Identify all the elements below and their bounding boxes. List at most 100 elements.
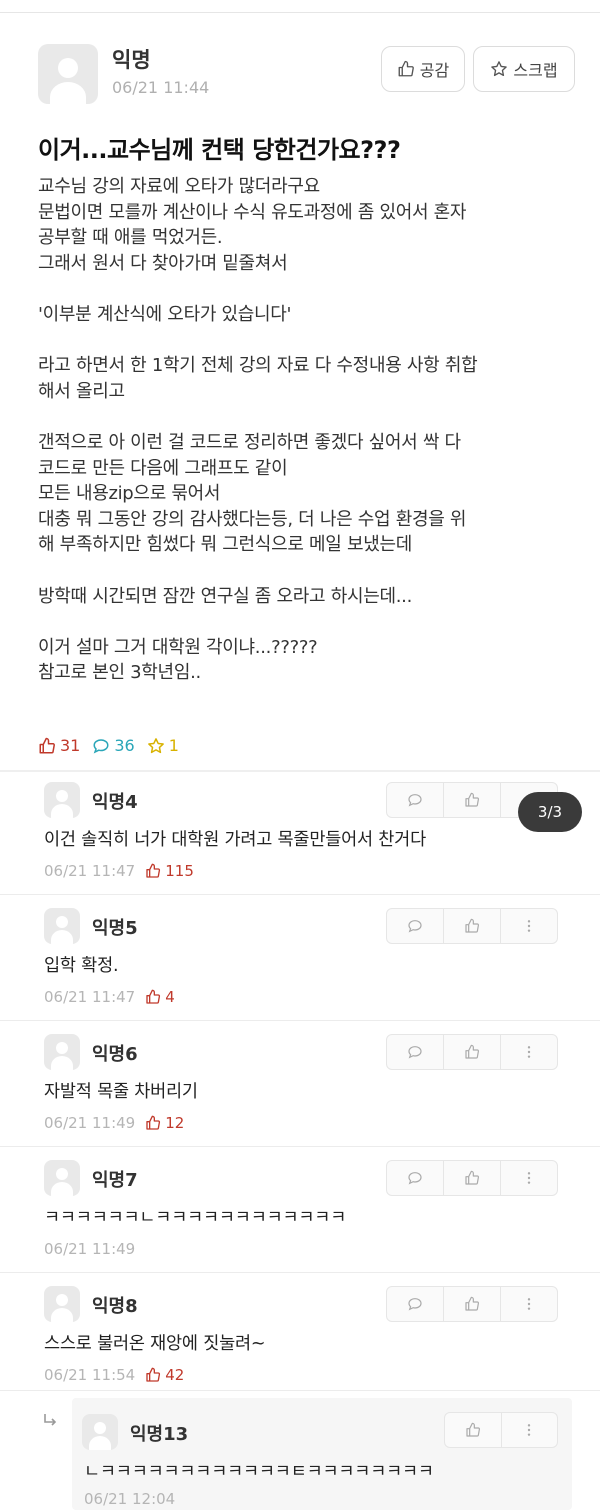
thumbs-up-icon bbox=[465, 1044, 480, 1059]
comment-avatar bbox=[44, 1160, 80, 1196]
star-icon bbox=[491, 61, 508, 77]
comment-reply-button[interactable] bbox=[387, 909, 444, 943]
thumbs-up-icon bbox=[465, 1296, 480, 1311]
thumbs-up-icon bbox=[465, 918, 480, 933]
more-vertical-icon bbox=[527, 1172, 531, 1184]
comment-more-button[interactable] bbox=[501, 1161, 557, 1195]
comment-divider bbox=[0, 1020, 600, 1021]
comment-divider bbox=[0, 1146, 600, 1147]
reply-more-button[interactable] bbox=[502, 1413, 558, 1447]
thumbs-up-icon bbox=[466, 1422, 480, 1437]
reply-meta: 06/21 12:04 bbox=[84, 1490, 175, 1508]
reply-avatar bbox=[82, 1414, 118, 1450]
comment-author: 익명5 bbox=[92, 918, 138, 939]
comment-divider bbox=[0, 1272, 600, 1273]
comment-icon bbox=[408, 1046, 422, 1059]
comment-like-count: 4 bbox=[145, 988, 175, 1006]
comment-like-button[interactable] bbox=[444, 1161, 501, 1195]
comment-icon bbox=[408, 1298, 422, 1311]
post-stats: 31 36 1 bbox=[38, 736, 179, 755]
comment-reply-button[interactable] bbox=[387, 1035, 444, 1069]
comment-actions bbox=[386, 1034, 558, 1070]
scrap-count: 1 bbox=[147, 736, 179, 755]
comment-like-button[interactable] bbox=[444, 783, 501, 817]
like-button[interactable]: 공감 bbox=[381, 46, 465, 92]
thumbs-up-icon bbox=[465, 792, 480, 807]
comment-reply-button[interactable] bbox=[387, 1161, 444, 1195]
comment-icon bbox=[93, 738, 109, 753]
reply-like-button[interactable] bbox=[445, 1413, 502, 1447]
comment-meta: 06/21 11:49 12 bbox=[44, 1114, 184, 1132]
comment-text: 이건 솔직히 너가 대학원 가려고 목줄만들어서 찬거다 bbox=[44, 830, 426, 850]
thumbs-up-icon bbox=[146, 989, 161, 1004]
comment-time: 06/21 11:49 bbox=[44, 1114, 136, 1132]
reply-time: 06/21 12:04 bbox=[84, 1490, 176, 1508]
star-icon bbox=[147, 737, 164, 753]
thumbs-up-icon bbox=[146, 1367, 161, 1382]
reply-actions bbox=[444, 1412, 558, 1448]
comment-more-button[interactable] bbox=[501, 1287, 557, 1321]
comment-icon bbox=[408, 920, 422, 933]
comment-like-button[interactable] bbox=[444, 1035, 501, 1069]
more-vertical-icon bbox=[528, 1424, 531, 1436]
comment-author: 익명4 bbox=[92, 792, 138, 813]
comment-reply-button[interactable] bbox=[387, 783, 444, 817]
comment-actions bbox=[386, 908, 558, 944]
post-time: 06/21 11:44 bbox=[112, 78, 210, 97]
comment-like-button[interactable] bbox=[444, 1287, 501, 1321]
comment-avatar bbox=[44, 1286, 80, 1322]
comment-author: 익명6 bbox=[92, 1044, 138, 1065]
comment-text: 입학 확정. bbox=[44, 956, 119, 976]
like-count: 31 bbox=[38, 736, 80, 755]
comment-like-count: 12 bbox=[145, 1114, 184, 1132]
thumbs-up-icon bbox=[398, 60, 414, 77]
more-vertical-icon bbox=[527, 1298, 531, 1310]
top-divider bbox=[0, 12, 600, 13]
comment-like-button[interactable] bbox=[444, 909, 501, 943]
reply-comment: 익명13 ㄴㅋㅋㅋㅋㅋㅋㅋㅋㅋㅋㅋㅋㅌㅋㅋㅋㅋㅋㅋㅋㅋ 06/21 12:04 bbox=[72, 1398, 572, 1510]
comment-time: 06/21 11:47 bbox=[44, 988, 136, 1006]
more-vertical-icon bbox=[527, 920, 531, 932]
thumbs-up-icon bbox=[39, 737, 55, 753]
comment-time: 06/21 11:54 bbox=[44, 1366, 136, 1384]
scrap-button[interactable]: 스크랩 bbox=[473, 46, 575, 92]
comment-icon bbox=[408, 794, 422, 807]
comment-divider bbox=[0, 894, 600, 895]
comment-like-count: 115 bbox=[145, 862, 194, 880]
comment-avatar bbox=[44, 1034, 80, 1070]
author-avatar bbox=[38, 44, 98, 104]
thumbs-up-icon bbox=[146, 1115, 161, 1130]
comment-author: 익명8 bbox=[92, 1296, 138, 1317]
thumbs-up-icon bbox=[146, 863, 161, 878]
more-vertical-icon bbox=[527, 1046, 531, 1058]
comment-meta: 06/21 11:54 42 bbox=[44, 1366, 184, 1384]
comment-meta: 06/21 11:49 bbox=[44, 1240, 135, 1258]
like-button-label: 공감 bbox=[419, 61, 450, 80]
reply-arrow-icon bbox=[44, 1414, 57, 1426]
comment-avatar bbox=[44, 782, 80, 818]
page-indicator[interactable]: 3/3 bbox=[518, 792, 582, 832]
comment-author: 익명7 bbox=[92, 1170, 138, 1191]
comment-actions bbox=[386, 1286, 558, 1322]
comment-actions bbox=[386, 1160, 558, 1196]
comment-text: 자발적 목줄 차버리기 bbox=[44, 1082, 198, 1102]
post-body: 교수님 강의 자료에 오타가 많더라구요 문법이면 모를까 계산이나 수식 유도… bbox=[38, 176, 478, 684]
comment-time: 06/21 11:49 bbox=[44, 1240, 136, 1258]
scrap-button-label: 스크랩 bbox=[513, 61, 558, 80]
comment-avatar bbox=[44, 908, 80, 944]
comment-reply-button[interactable] bbox=[387, 1287, 444, 1321]
comment-divider bbox=[0, 1390, 600, 1391]
comment-more-button[interactable] bbox=[501, 1035, 557, 1069]
comment-count: 36 bbox=[92, 736, 135, 755]
comment-text: 스스로 불러온 재앙에 짓눌려~ bbox=[44, 1334, 266, 1354]
comment-text: ㅋㅋㅋㅋㅋㅋㄴㅋㅋㅋㅋㅋㅋㅋㅋㅋㅋㅋㅋ bbox=[44, 1208, 347, 1228]
reply-author: 익명13 bbox=[130, 1424, 189, 1445]
comment-like-count: 42 bbox=[145, 1366, 184, 1384]
comment-meta: 06/21 11:47 4 bbox=[44, 988, 175, 1006]
comment-more-button[interactable] bbox=[501, 909, 557, 943]
comment-icon bbox=[408, 1172, 422, 1185]
post-divider bbox=[0, 770, 600, 772]
post-title: 이거...교수님께 컨택 당한건가요??? bbox=[38, 136, 401, 164]
reply-text: ㄴㅋㅋㅋㅋㅋㅋㅋㅋㅋㅋㅋㅋㅌㅋㅋㅋㅋㅋㅋㅋㅋ bbox=[84, 1462, 434, 1482]
post-author: 익명 bbox=[112, 48, 151, 72]
